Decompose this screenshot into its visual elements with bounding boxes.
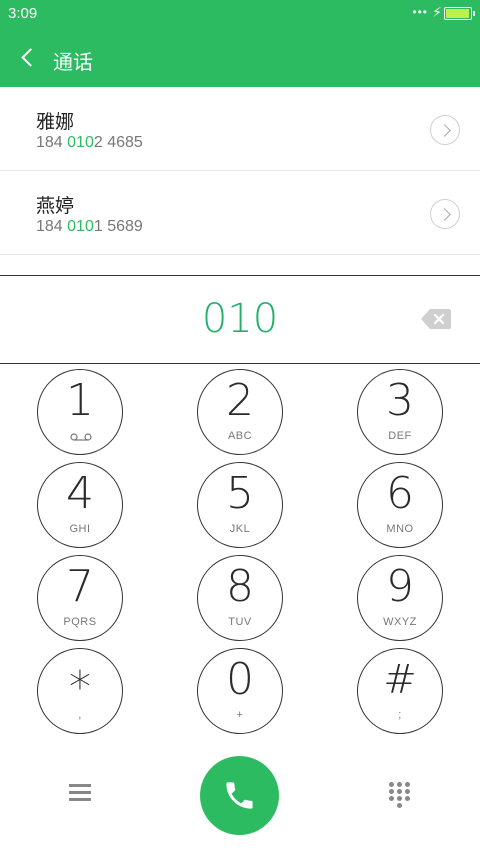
signal-icon: ••• xyxy=(412,5,428,19)
key-star[interactable]: * , xyxy=(37,648,123,734)
key-letters: + xyxy=(236,709,244,721)
key-7[interactable]: 7 PQRS xyxy=(37,555,123,641)
key-digit: 2 xyxy=(226,375,254,426)
key-letters: ; xyxy=(398,709,402,721)
key-hash[interactable]: # ; xyxy=(357,648,443,734)
key-digit: 6 xyxy=(386,468,414,519)
dialpad-icon[interactable] xyxy=(389,782,411,808)
key-letters: DEF xyxy=(388,430,412,442)
key-digit: 9 xyxy=(386,561,414,612)
contact-suggestions: 雅娜 184 0102 4685 燕婷 184 0101 5689 xyxy=(0,87,480,275)
key-digit: 5 xyxy=(226,468,254,519)
number-match: 010 xyxy=(67,134,94,151)
key-digit: 3 xyxy=(386,375,414,426)
bottom-bar xyxy=(0,744,480,853)
backspace-icon[interactable] xyxy=(421,309,451,329)
key-letters: WXYZ xyxy=(383,616,417,628)
number-suffix: 2 4685 xyxy=(93,134,143,151)
chevron-right-icon[interactable] xyxy=(430,199,460,229)
page-title: 通话 xyxy=(53,52,93,74)
key-digit: 8 xyxy=(226,561,254,612)
app-header: 通话 xyxy=(0,28,480,87)
call-button[interactable] xyxy=(200,756,279,835)
status-time: 3:09 xyxy=(8,5,38,22)
contact-number: 184 0102 4685 xyxy=(36,134,143,152)
contact-row[interactable]: 雅娜 184 0102 4685 xyxy=(0,87,480,171)
key-0[interactable]: 0 + xyxy=(197,648,283,734)
key-5[interactable]: 5 JKL xyxy=(197,462,283,548)
key-9[interactable]: 9 WXYZ xyxy=(357,555,443,641)
chevron-right-icon[interactable] xyxy=(430,115,460,145)
number-match: 010 xyxy=(67,218,94,235)
battery-icon xyxy=(444,7,475,20)
bolt-icon: ⚡ xyxy=(432,4,442,20)
contact-name: 雅娜 xyxy=(36,112,75,133)
key-letters: , xyxy=(78,709,82,721)
dialed-digits: 010 xyxy=(201,296,279,342)
key-letters: GHI xyxy=(69,523,91,535)
key-letters: MNO xyxy=(386,523,414,535)
key-digit: * xyxy=(69,662,91,713)
key-digit: # xyxy=(383,657,417,703)
key-digit: 1 xyxy=(66,375,94,426)
number-prefix: 184 xyxy=(36,218,68,235)
key-letters: ABC xyxy=(227,430,253,442)
key-digit: 4 xyxy=(66,468,94,519)
key-3[interactable]: 3 DEF xyxy=(357,369,443,455)
key-letters: TUV xyxy=(228,616,252,628)
key-8[interactable]: 8 TUV xyxy=(197,555,283,641)
voicemail-icon xyxy=(70,433,92,441)
dial-keypad: 1 2 ABC 3 DEF 4 GHI 5 JKL 6 MNO 7 PQRS 8… xyxy=(0,364,480,744)
number-suffix: 1 5689 xyxy=(93,218,143,235)
phone-icon xyxy=(226,782,253,809)
key-4[interactable]: 4 GHI xyxy=(37,462,123,548)
contact-row[interactable]: 燕婷 184 0101 5689 xyxy=(0,171,480,255)
chevron-left-icon[interactable] xyxy=(18,44,40,70)
key-1[interactable]: 1 xyxy=(37,369,123,455)
number-prefix: 184 xyxy=(36,134,68,151)
menu-icon[interactable] xyxy=(69,784,91,802)
key-letters: PQRS xyxy=(63,616,97,628)
key-digit: 0 xyxy=(226,654,254,705)
key-2[interactable]: 2 ABC xyxy=(197,369,283,455)
contact-name: 燕婷 xyxy=(36,196,75,217)
contact-number: 184 0101 5689 xyxy=(36,218,143,236)
dial-display: 010 xyxy=(0,275,480,364)
key-6[interactable]: 6 MNO xyxy=(357,462,443,548)
status-bar: 3:09 ••• ⚡ xyxy=(0,0,480,28)
key-digit: 7 xyxy=(66,561,94,612)
key-letters: JKL xyxy=(229,523,251,535)
